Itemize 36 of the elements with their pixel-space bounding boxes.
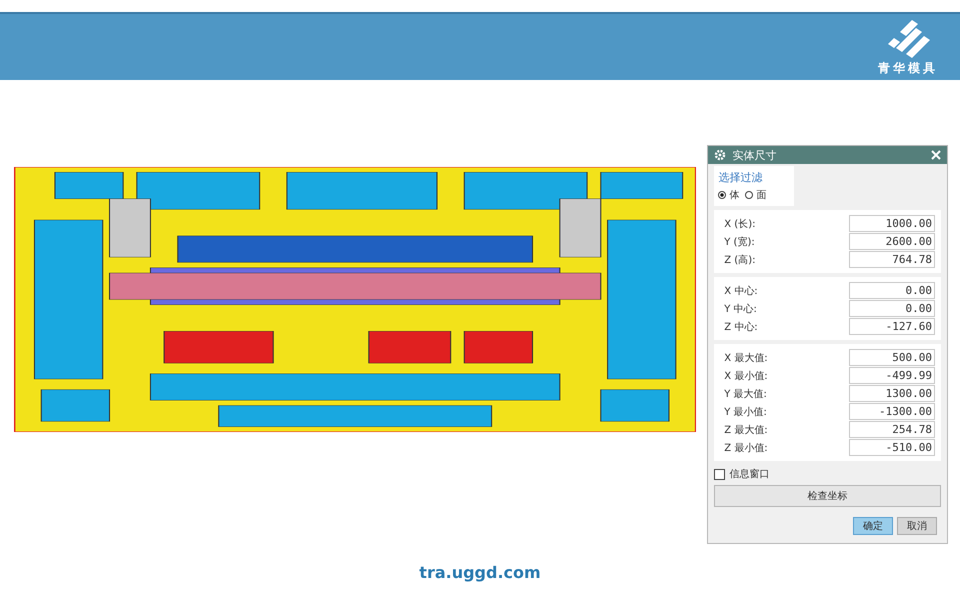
- info-window-checkbox[interactable]: 信息窗口: [714, 467, 941, 481]
- dialog-button[interactable]: 取消: [897, 517, 937, 535]
- radio-option[interactable]: 面: [745, 188, 766, 202]
- field-label: X 最大值:: [724, 352, 768, 364]
- field-label: X 最小值:: [724, 370, 768, 382]
- field-label: Z (高):: [724, 254, 756, 266]
- value-field[interactable]: 0.00: [849, 282, 935, 299]
- value-field[interactable]: 2600.00: [849, 233, 935, 250]
- value-field[interactable]: 500.00: [849, 349, 935, 366]
- field-label: Z 最小值:: [724, 442, 768, 454]
- field-label: X (长):: [724, 218, 756, 230]
- field-label: Y 最大值:: [724, 388, 767, 400]
- radio-option[interactable]: 体: [718, 188, 740, 202]
- value-field[interactable]: -510.00: [849, 439, 935, 456]
- filter-label: 选择过滤: [718, 170, 764, 185]
- value-field[interactable]: 1000.00: [849, 215, 935, 232]
- field-label: Y 最小值:: [724, 406, 767, 418]
- value-field[interactable]: 0.00: [849, 300, 935, 317]
- value-field[interactable]: 254.78: [849, 421, 935, 438]
- website-url: tra.uggd.com: [419, 563, 541, 582]
- field-label: Y 中心:: [724, 302, 757, 316]
- check-coordinates-button[interactable]: 检查坐标: [714, 485, 941, 507]
- value-field[interactable]: -127.60: [849, 318, 935, 335]
- gear-icon: [714, 149, 726, 161]
- field-label: X 中心:: [724, 284, 758, 298]
- field-label: Y (宽):: [724, 236, 755, 248]
- dialog-title: 实体尺寸: [732, 148, 778, 162]
- dialog-button[interactable]: 确定: [853, 517, 893, 535]
- field-label: Z 中心:: [724, 320, 758, 334]
- logo-text: 青华模具: [878, 60, 938, 76]
- field-label: Z 最大值:: [724, 424, 768, 436]
- value-field[interactable]: 1300.00: [849, 385, 935, 402]
- close-icon[interactable]: [931, 150, 941, 160]
- value-field[interactable]: -499.99: [849, 367, 935, 384]
- value-field[interactable]: 764.78: [849, 251, 935, 268]
- value-field[interactable]: -1300.00: [849, 403, 935, 420]
